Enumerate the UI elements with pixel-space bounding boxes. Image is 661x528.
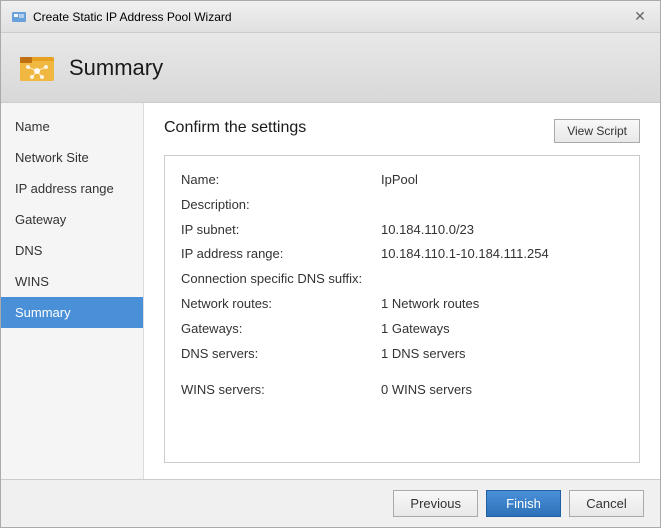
summary-label-wins-servers: WINS servers: — [181, 380, 381, 401]
sidebar: Name Network Site IP address range Gatew… — [1, 103, 144, 479]
main-content: Confirm the settings View Script Name: I… — [144, 103, 660, 479]
title-bar-left: Create Static IP Address Pool Wizard — [11, 9, 232, 25]
summary-value-gateways: 1 Gateways — [381, 319, 450, 340]
summary-label-name: Name: — [181, 170, 381, 191]
view-script-button[interactable]: View Script — [554, 119, 640, 143]
summary-label-network-routes: Network routes: — [181, 294, 381, 315]
summary-value-name: IpPool — [381, 170, 418, 191]
finish-button[interactable]: Finish — [486, 490, 561, 517]
confirm-header: Confirm the settings View Script — [164, 119, 640, 143]
content-area: Name Network Site IP address range Gatew… — [1, 103, 660, 479]
sidebar-item-gateway[interactable]: Gateway — [1, 204, 143, 235]
footer: Previous Finish Cancel — [1, 479, 660, 527]
summary-row-description: Description: — [181, 195, 623, 216]
summary-label-ip-subnet: IP subnet: — [181, 220, 381, 241]
summary-row-wins-servers: WINS servers: 0 WINS servers — [181, 380, 623, 401]
sidebar-item-dns[interactable]: DNS — [1, 235, 143, 266]
sidebar-item-ip-address-range[interactable]: IP address range — [1, 173, 143, 204]
title-bar-text: Create Static IP Address Pool Wizard — [33, 10, 232, 24]
sidebar-item-network-site[interactable]: Network Site — [1, 142, 143, 173]
summary-value-wins-servers: 0 WINS servers — [381, 380, 472, 401]
summary-row-ip-range: IP address range: 10.184.110.1-10.184.11… — [181, 244, 623, 265]
wizard-window: Create Static IP Address Pool Wizard ✕ — [0, 0, 661, 528]
summary-value-network-routes: 1 Network routes — [381, 294, 479, 315]
summary-label-gateways: Gateways: — [181, 319, 381, 340]
summary-row-dns-servers: DNS servers: 1 DNS servers — [181, 344, 623, 365]
confirm-title: Confirm the settings — [164, 119, 306, 137]
summary-row-name: Name: IpPool — [181, 170, 623, 191]
summary-label-dns-suffix: Connection specific DNS suffix: — [181, 269, 381, 290]
summary-value-ip-range: 10.184.110.1-10.184.111.254 — [381, 244, 549, 265]
summary-value-ip-subnet: 10.184.110.0/23 — [381, 220, 474, 241]
summary-spacer — [181, 368, 623, 380]
sidebar-item-wins[interactable]: WINS — [1, 266, 143, 297]
summary-label-ip-range: IP address range: — [181, 244, 381, 265]
sidebar-item-summary[interactable]: Summary — [1, 297, 143, 328]
summary-label-description: Description: — [181, 195, 381, 216]
summary-row-ip-subnet: IP subnet: 10.184.110.0/23 — [181, 220, 623, 241]
summary-box: Name: IpPool Description: IP subnet: 10.… — [164, 155, 640, 463]
summary-value-dns-servers: 1 DNS servers — [381, 344, 466, 365]
cancel-button[interactable]: Cancel — [569, 490, 644, 517]
summary-row-dns-suffix: Connection specific DNS suffix: — [181, 269, 623, 290]
sidebar-item-name[interactable]: Name — [1, 111, 143, 142]
summary-row-gateways: Gateways: 1 Gateways — [181, 319, 623, 340]
header-icon — [17, 48, 57, 88]
wizard-icon — [11, 9, 27, 25]
close-button[interactable]: ✕ — [630, 7, 650, 27]
summary-row-network-routes: Network routes: 1 Network routes — [181, 294, 623, 315]
summary-label-dns-servers: DNS servers: — [181, 344, 381, 365]
header-title: Summary — [69, 55, 163, 81]
header-band: Summary — [1, 33, 660, 103]
title-bar: Create Static IP Address Pool Wizard ✕ — [1, 1, 660, 33]
previous-button[interactable]: Previous — [393, 490, 478, 517]
